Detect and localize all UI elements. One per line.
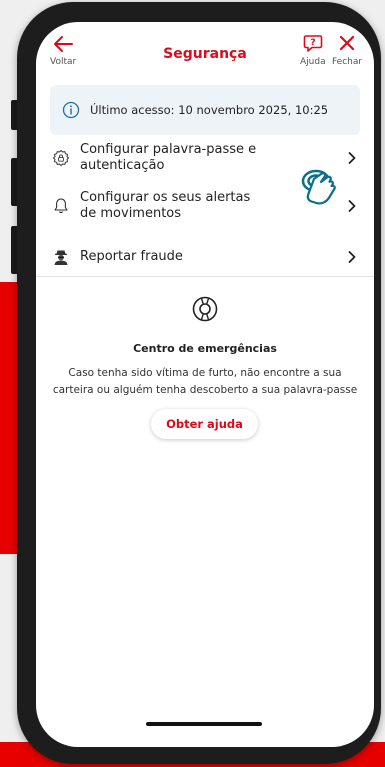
section-divider	[36, 276, 374, 277]
last-access-banner: Último acesso: 10 novembro 2025, 10:25	[50, 85, 360, 135]
chevron-right-icon	[348, 251, 356, 263]
settings-lock-icon	[53, 150, 69, 166]
help-chat-icon: ?	[303, 35, 323, 52]
emergency-center-title: Centro de emergências	[133, 342, 277, 355]
help-label: Ajuda	[300, 57, 326, 67]
close-icon	[339, 35, 355, 51]
emergency-center-description: Caso tenha sido vítima de furto, não enc…	[50, 365, 360, 399]
menu-item-label: Reportar fraude	[80, 248, 183, 264]
lifebuoy-icon	[192, 296, 218, 322]
app-screen: Voltar Segurança ? Ajuda Fechar Último a…	[36, 22, 374, 747]
get-help-button[interactable]: Obter ajuda	[151, 409, 258, 439]
close-button[interactable]: Fechar	[332, 34, 362, 67]
bell-icon	[54, 198, 68, 214]
svg-text:?: ?	[310, 38, 315, 48]
tap-pointer-icon	[301, 169, 336, 205]
info-icon	[62, 101, 80, 119]
last-access-text: Último acesso: 10 novembro 2025, 10:25	[90, 103, 329, 117]
emergency-description-line2: carteira ou alguém tenha descoberto a su…	[52, 383, 358, 396]
close-label: Fechar	[332, 57, 363, 67]
fraudster-icon	[54, 250, 68, 265]
menu-item-report-fraud[interactable]: Reportar fraude	[50, 246, 360, 268]
home-indicator	[146, 722, 262, 726]
emergency-description-line1: Caso tenha sido vítima de furto, não enc…	[68, 367, 342, 379]
help-button[interactable]: ? Ajuda	[300, 34, 326, 67]
